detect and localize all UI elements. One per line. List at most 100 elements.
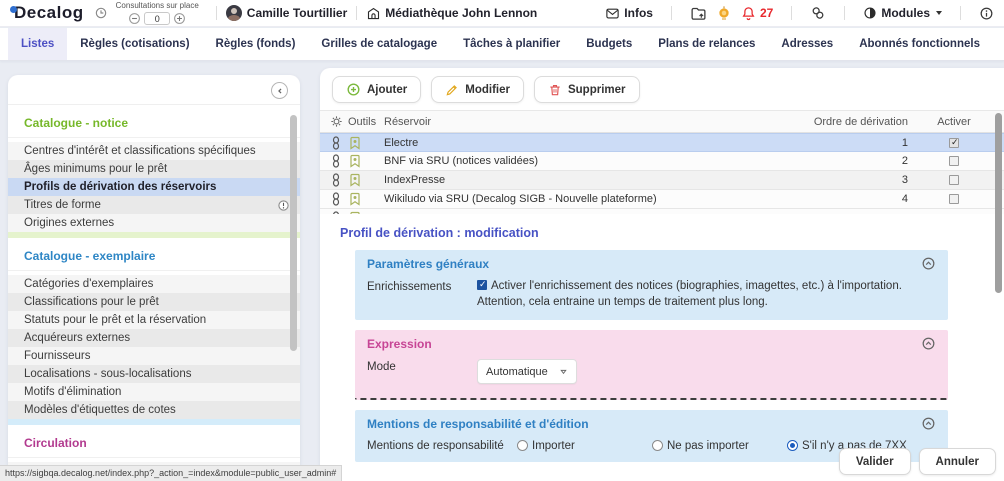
minus-circle-icon[interactable] bbox=[128, 12, 141, 25]
mode-select[interactable]: Automatique bbox=[477, 359, 577, 384]
reservoirs-table: Outils Réservoir Ordre de dérivation Act… bbox=[320, 110, 1004, 214]
tab-adresses[interactable]: Adresses bbox=[768, 28, 846, 60]
sidebar-item-fournisseurs[interactable]: Fournisseurs bbox=[8, 347, 300, 365]
table-row-bnf[interactable]: BNF via SRU (notices validées) 2 bbox=[320, 152, 1004, 171]
main-scrollbar[interactable] bbox=[995, 113, 1002, 293]
table-row-electre[interactable]: Electre 1 bbox=[320, 133, 1004, 152]
cancel-button[interactable]: Annuler bbox=[919, 448, 996, 475]
form-title: Profil de dérivation : modification bbox=[340, 226, 1004, 240]
sidebar-item-categories-exemplaires[interactable]: Catégories d'exemplaires bbox=[8, 275, 300, 293]
collapse-section-button[interactable] bbox=[921, 256, 936, 271]
activate-checkbox[interactable] bbox=[949, 138, 959, 148]
header-divider bbox=[844, 6, 845, 20]
tab-abonnes-fonctionnels[interactable]: Abonnés fonctionnels bbox=[846, 28, 993, 60]
header-divider bbox=[791, 6, 792, 20]
enrichissements-text: Activer l'enrichissement des notices (bi… bbox=[491, 280, 902, 292]
header-divider bbox=[671, 6, 672, 20]
section-title: Mentions de responsabilité et d'édition bbox=[367, 417, 589, 431]
tab-regles-cotisations[interactable]: Règles (cotisations) bbox=[67, 28, 202, 60]
sidebar-collapse-button[interactable] bbox=[271, 82, 288, 99]
sidebar-scrollbar[interactable] bbox=[290, 115, 297, 351]
tab-regles-fonds[interactable]: Règles (fonds) bbox=[203, 28, 309, 60]
sidebar-item-profils-derivation[interactable]: Profils de dérivation des réservoirs bbox=[8, 178, 300, 196]
sidebar-group-title-circulation: Circulation bbox=[8, 425, 300, 458]
plus-circle-icon[interactable] bbox=[173, 12, 186, 25]
sidebar-item-classifications-pret[interactable]: Classifications pour le prêt bbox=[8, 293, 300, 311]
collapse-section-button[interactable] bbox=[921, 336, 936, 351]
tab-modeles-documents[interactable]: Modèles de documents bbox=[993, 28, 1004, 60]
notifications-button[interactable]: 27 bbox=[741, 6, 773, 21]
user-name[interactable]: Camille Tourtillier bbox=[247, 6, 347, 20]
library-name[interactable]: Médiathèque John Lennon bbox=[385, 6, 537, 20]
enrichissements-label: Enrichissements bbox=[367, 279, 477, 310]
activate-checkbox[interactable] bbox=[949, 194, 959, 204]
consultations-label: Consultations sur place bbox=[116, 2, 199, 10]
header-divider bbox=[356, 6, 357, 20]
mode-label: Mode bbox=[367, 359, 477, 384]
sidebar-item-localisations[interactable]: Localisations - sous-localisations bbox=[8, 365, 300, 383]
sidebar-item-origines-externes[interactable]: Origines externes bbox=[8, 214, 300, 232]
add-button[interactable]: Ajouter bbox=[332, 76, 421, 103]
tab-budgets[interactable]: Budgets bbox=[573, 28, 645, 60]
user-avatar[interactable] bbox=[226, 5, 242, 21]
bookmark-tag-icon[interactable] bbox=[349, 136, 361, 150]
radio-ne-pas-importer[interactable]: Ne pas importer bbox=[652, 439, 787, 452]
tab-plans-relances[interactable]: Plans de relances bbox=[645, 28, 768, 60]
app-logo[interactable]: Decalog bbox=[10, 3, 84, 23]
sidebar-item-modeles-etiquettes[interactable]: Modèles d'étiquettes de cotes bbox=[8, 401, 300, 419]
section-parametres-generaux: Paramètres généraux Enrichissements Acti… bbox=[355, 250, 948, 320]
mentions-responsabilite-label: Mentions de responsabilité bbox=[367, 439, 517, 452]
modules-menu[interactable]: Modules bbox=[863, 6, 942, 20]
export-folder-icon[interactable] bbox=[690, 5, 707, 22]
decalog-app: Decalog Consultations sur place 0 Camill… bbox=[0, 0, 1004, 481]
table-row-wikiludo[interactable]: Wikiludo via SRU (Decalog SIGB - Nouvell… bbox=[320, 190, 1004, 209]
bookmark-tag-icon bbox=[349, 211, 361, 214]
chain-link-icon[interactable] bbox=[330, 192, 342, 206]
delete-button[interactable]: Supprimer bbox=[534, 76, 640, 103]
consultations-value-input[interactable]: 0 bbox=[144, 12, 170, 25]
sidebar-group-title-catalogue-exemplaire: Catalogue - exemplaire bbox=[8, 238, 300, 271]
section-title: Paramètres généraux bbox=[367, 257, 489, 271]
form-footer: Valider Annuler bbox=[839, 448, 996, 475]
bookmark-tag-icon[interactable] bbox=[349, 154, 361, 168]
validate-button[interactable]: Valider bbox=[839, 448, 911, 475]
modules-icon bbox=[863, 6, 877, 20]
sidebar-item-acquereurs-externes[interactable]: Acquéreurs externes bbox=[8, 329, 300, 347]
activate-checkbox[interactable] bbox=[949, 175, 959, 185]
bookmark-tag-icon[interactable] bbox=[349, 192, 361, 206]
envelope-icon bbox=[605, 6, 620, 21]
tab-taches-planifier[interactable]: Tâches à planifier bbox=[450, 28, 573, 60]
sidebar-item-statuts-pret-reservation[interactable]: Statuts pour le prêt et la réservation bbox=[8, 311, 300, 329]
clock-icon bbox=[94, 6, 108, 20]
chain-link-icon[interactable] bbox=[330, 136, 342, 150]
info-icon[interactable] bbox=[979, 6, 994, 21]
radio-importer[interactable]: Importer bbox=[517, 439, 652, 452]
list-toolbar: Ajouter Modifier Supprimer bbox=[320, 68, 1004, 110]
sidebar-item-ages-minimums[interactable]: Âges minimums pour le prêt bbox=[8, 160, 300, 178]
infos-button[interactable]: Infos bbox=[605, 6, 653, 21]
sidebar-item-motifs-elimination[interactable]: Motifs d'élimination bbox=[8, 383, 300, 401]
main-tabs: Listes Règles (cotisations) Règles (fond… bbox=[0, 28, 1004, 61]
tab-grilles-catalogage[interactable]: Grilles de catalogage bbox=[308, 28, 450, 60]
sidebar-item-centres-interet[interactable]: Centres d'intérêt et classifications spé… bbox=[8, 142, 300, 160]
activate-checkbox[interactable] bbox=[949, 156, 959, 166]
bell-icon bbox=[741, 6, 756, 21]
header-divider bbox=[216, 6, 217, 20]
alert-circle-icon bbox=[277, 199, 290, 212]
bookmark-tag-icon[interactable] bbox=[349, 173, 361, 187]
chain-link-icon bbox=[330, 211, 342, 214]
enrichissements-checkbox[interactable] bbox=[477, 280, 487, 290]
consultations-counter: Consultations sur place 0 bbox=[116, 2, 199, 25]
tab-listes[interactable]: Listes bbox=[8, 28, 67, 60]
edit-button[interactable]: Modifier bbox=[431, 76, 524, 103]
lamp-icon[interactable] bbox=[716, 5, 732, 21]
link-icon[interactable] bbox=[810, 5, 826, 21]
content-area: Catalogue - notice Centres d'intérêt et … bbox=[0, 62, 1004, 481]
chain-link-icon[interactable] bbox=[330, 154, 342, 168]
chevron-down-icon bbox=[936, 11, 942, 15]
chain-link-icon[interactable] bbox=[330, 173, 342, 187]
collapse-section-button[interactable] bbox=[921, 416, 936, 431]
table-row-indexpresse[interactable]: IndexPresse 3 bbox=[320, 171, 1004, 190]
gear-icon[interactable] bbox=[330, 115, 343, 128]
sidebar-item-titres-de-forme[interactable]: Titres de forme bbox=[8, 196, 300, 214]
